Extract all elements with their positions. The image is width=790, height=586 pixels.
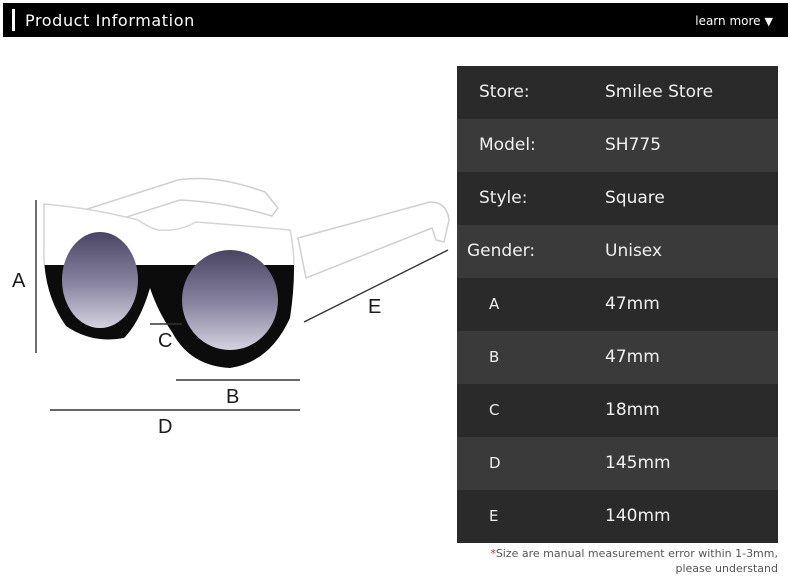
header-accent-bar [12, 9, 15, 31]
dimension-label-c: C [158, 330, 173, 352]
spec-row-model: Model: SH775 [457, 119, 778, 172]
spec-value: Smilee Store [605, 82, 714, 102]
spec-key: B [489, 348, 500, 366]
triangle-down-icon: ▼ [764, 14, 773, 28]
sunglasses-diagram [35, 177, 450, 411]
spec-key: A [489, 295, 500, 313]
right-lens [182, 250, 278, 350]
spec-key: Gender: [467, 241, 536, 261]
spec-value: 18mm [605, 400, 660, 420]
spec-table: Store: Smilee Store Model: SH775 Style: … [457, 66, 778, 543]
spec-key: C [489, 401, 500, 419]
spec-row-b: B 47mm [457, 331, 778, 384]
spec-row-gender: Gender: Unisex [457, 225, 778, 278]
note-line-1: Size are manual measurement error within… [495, 547, 778, 560]
spec-row-e: E 140mm [457, 490, 778, 543]
spec-row-style: Style: Square [457, 172, 778, 225]
spec-row-a: A 47mm [457, 278, 778, 331]
sunglasses-illustration: A C B D E [0, 60, 455, 480]
spec-row-store: Store: Smilee Store [457, 66, 778, 119]
spec-value: SH775 [605, 135, 662, 155]
spec-row-d: D 145mm [457, 437, 778, 490]
spec-key: D [489, 454, 501, 472]
note-line-2: please understand [675, 562, 779, 575]
dimension-label-d: D [158, 416, 173, 438]
learn-more-label: learn more [695, 14, 761, 28]
spec-key: E [489, 507, 499, 525]
left-lens [62, 232, 138, 328]
spec-value: 145mm [605, 453, 671, 473]
spec-key: Model: [479, 135, 536, 155]
learn-more-link[interactable]: learn more ▼ [695, 14, 773, 28]
spec-value: 47mm [605, 294, 660, 314]
spec-value: 47mm [605, 347, 660, 367]
dimension-label-e: E [368, 296, 382, 318]
dimension-label-a: A [12, 270, 26, 292]
spec-row-c: C 18mm [457, 384, 778, 437]
spec-value: Square [605, 188, 665, 208]
spec-value: 140mm [605, 506, 671, 526]
page-title: Product Information [25, 11, 195, 30]
spec-key: Store: [479, 82, 530, 102]
spec-key: Style: [479, 188, 528, 208]
spec-value: Unisex [605, 241, 663, 261]
measurement-note: *Size are manual measurement error withi… [490, 546, 778, 576]
near-temple [297, 201, 450, 280]
dimension-label-b: B [226, 386, 240, 408]
header-bar: Product Information learn more ▼ [3, 3, 788, 37]
